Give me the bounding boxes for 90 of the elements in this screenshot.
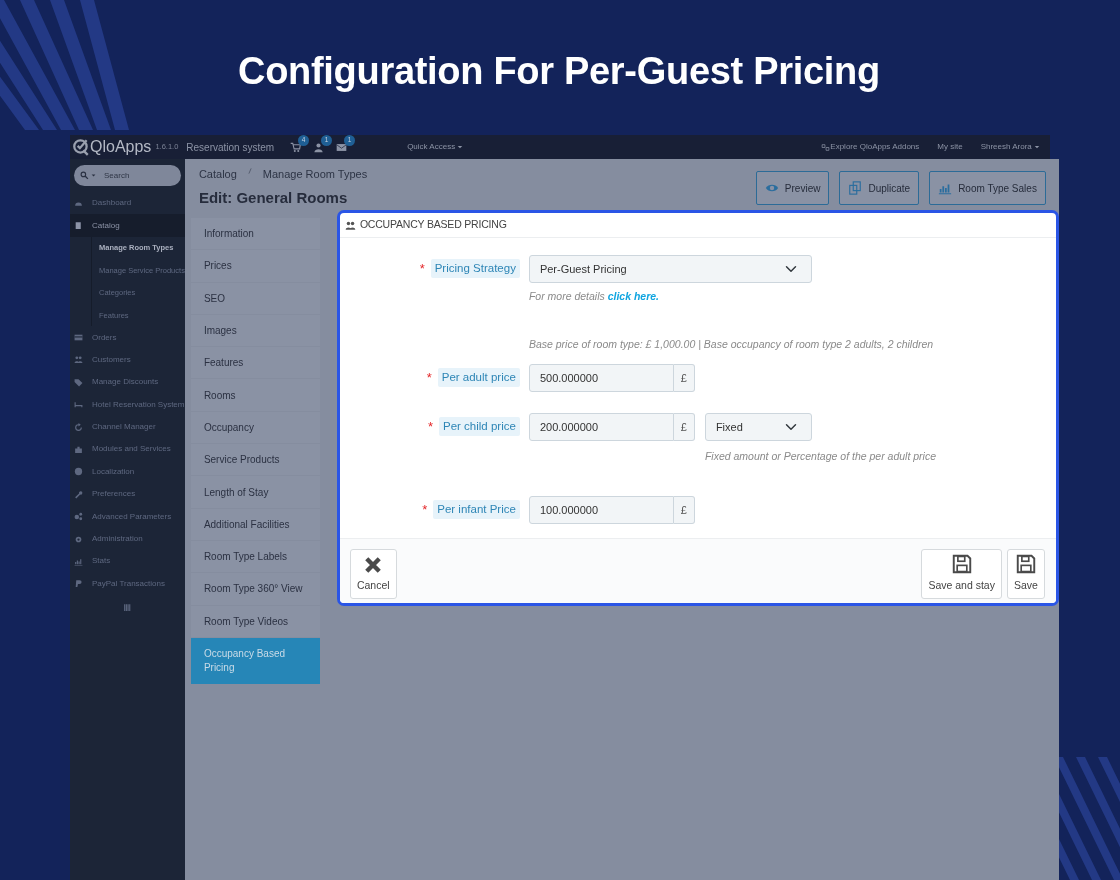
gears-icon bbox=[74, 512, 83, 522]
price-field[interactable]: 500.000000 bbox=[528, 363, 674, 392]
quick-access-menu[interactable]: Quick Access bbox=[407, 141, 464, 153]
app-name: Reservation system bbox=[186, 140, 275, 155]
bed-icon bbox=[74, 400, 83, 410]
copy-icon bbox=[848, 181, 863, 195]
sidebar-item[interactable]: Stats bbox=[70, 550, 185, 573]
breadcrumb-link[interactable]: Manage Room Types bbox=[262, 166, 368, 183]
sidebar-item[interactable]: PayPal Transactions bbox=[70, 572, 185, 596]
tab[interactable]: Images bbox=[190, 314, 320, 347]
logo[interactable]: QloApps bbox=[90, 139, 152, 155]
gear-icon bbox=[74, 534, 83, 544]
user-icon[interactable] bbox=[313, 141, 325, 153]
envelope-icon[interactable] bbox=[336, 141, 348, 153]
collapse-icon[interactable] bbox=[122, 603, 132, 613]
field-label: Per infant Price bbox=[433, 500, 520, 520]
sidebar-item[interactable]: Hotel Reservation System bbox=[70, 393, 185, 416]
breadcrumb-link[interactable]: Catalog bbox=[198, 166, 237, 183]
required-mark: * bbox=[419, 262, 425, 276]
tab[interactable]: Additional Facilities bbox=[190, 508, 320, 540]
addons-link[interactable]: Explore QloApps Addons bbox=[830, 141, 920, 153]
help-text: For more details click here. bbox=[528, 289, 661, 304]
tab[interactable]: Occupancy bbox=[190, 411, 320, 444]
tab[interactable]: Room Type 360° View bbox=[190, 573, 320, 605]
sidebar-item[interactable]: Customers bbox=[70, 348, 185, 372]
tab[interactable]: Rooms bbox=[190, 379, 320, 411]
field-label: Pricing Strategy bbox=[430, 259, 520, 279]
bar-chart-icon bbox=[74, 556, 83, 566]
p-letter-icon bbox=[74, 579, 83, 589]
price-field[interactable]: 100.000000 bbox=[528, 496, 674, 525]
sidebar-item[interactable]: Advanced Parameters bbox=[70, 505, 185, 528]
logo-icon[interactable] bbox=[72, 138, 90, 156]
toolbar-button[interactable]: Room Type Sales bbox=[929, 171, 1046, 205]
currency-addon: £ bbox=[673, 363, 695, 392]
strategy-select[interactable]: Per-Guest Pricing bbox=[528, 255, 812, 283]
refresh-icon bbox=[74, 422, 83, 432]
caret-icon bbox=[91, 173, 96, 178]
users-icon bbox=[74, 355, 83, 365]
close-icon bbox=[363, 555, 384, 576]
sidebar-item[interactable]: Localization bbox=[70, 460, 185, 484]
site-link[interactable]: My site bbox=[937, 141, 963, 153]
field-label: Per adult price bbox=[437, 367, 520, 388]
required-mark: * bbox=[427, 420, 433, 434]
sidebar-item[interactable]: Administration bbox=[70, 527, 185, 551]
page-title: Edit: General Rooms bbox=[198, 187, 349, 208]
tab[interactable]: Service Products bbox=[190, 444, 320, 476]
cart-icon[interactable] bbox=[290, 141, 302, 153]
caret-icon bbox=[1034, 143, 1040, 150]
sidebar-item[interactable]: Modules and Services bbox=[70, 438, 185, 461]
tab[interactable]: Features bbox=[190, 347, 320, 379]
footer-button[interactable]: Save and stay bbox=[921, 549, 1002, 600]
toolbar-button[interactable]: Preview bbox=[755, 171, 830, 205]
caret-icon bbox=[457, 143, 464, 150]
tab[interactable]: Prices bbox=[190, 250, 320, 282]
field-label: Per child price bbox=[439, 416, 520, 437]
price-type-select[interactable]: Fixed bbox=[704, 412, 812, 441]
required-mark: * bbox=[422, 503, 428, 517]
tab[interactable]: Information bbox=[190, 218, 320, 250]
price-field[interactable]: 200.000000 bbox=[528, 412, 674, 441]
tab[interactable]: Room Type Videos bbox=[190, 605, 320, 637]
wrench-icon bbox=[74, 489, 83, 499]
sidebar-item[interactable]: Orders bbox=[70, 326, 185, 349]
sidebar-item[interactable]: Channel Manager bbox=[70, 415, 185, 439]
card-icon bbox=[74, 333, 83, 343]
sidebar-item[interactable]: Catalog bbox=[70, 214, 185, 237]
sidebar-item[interactable]: Manage Discounts bbox=[70, 371, 185, 394]
footer-button[interactable]: Cancel bbox=[349, 549, 397, 600]
sidebar-item[interactable]: Preferences bbox=[70, 483, 185, 506]
help-text: Fixed amount or Percentage of the per adult price bbox=[704, 448, 937, 464]
tab[interactable]: Room Type Labels bbox=[190, 540, 320, 573]
panel-title: OCCUPANCY BASED PRICING bbox=[359, 217, 507, 233]
search-field[interactable]: Search bbox=[74, 165, 181, 186]
separator-icon bbox=[246, 166, 253, 176]
currency-addon: £ bbox=[673, 496, 695, 525]
footer-button[interactable]: Save bbox=[1006, 549, 1045, 600]
tag-icon bbox=[74, 377, 83, 387]
toolbar-button[interactable]: Duplicate bbox=[839, 171, 920, 205]
search-icon bbox=[80, 171, 89, 180]
users-icon bbox=[344, 219, 356, 231]
tab[interactable]: Length of Stay bbox=[190, 476, 320, 508]
headline: Configuration For Per-Guest Pricing bbox=[238, 49, 881, 94]
details-link[interactable]: click here. bbox=[607, 290, 660, 302]
currency-addon: £ bbox=[673, 412, 695, 441]
tab[interactable]: SEO bbox=[190, 282, 320, 314]
sidebar-item[interactable]: Dashboard bbox=[70, 192, 185, 215]
tab[interactable]: Occupancy Based Pricing bbox=[190, 637, 320, 684]
base-price-note: Base price of room type: £ 1,000.00 | Base occupancy of room type 2 adults, 2 children bbox=[528, 337, 934, 353]
book-icon bbox=[74, 221, 83, 231]
user-menu[interactable]: Shreesh Arora bbox=[980, 141, 1040, 153]
required-mark: * bbox=[426, 371, 432, 385]
